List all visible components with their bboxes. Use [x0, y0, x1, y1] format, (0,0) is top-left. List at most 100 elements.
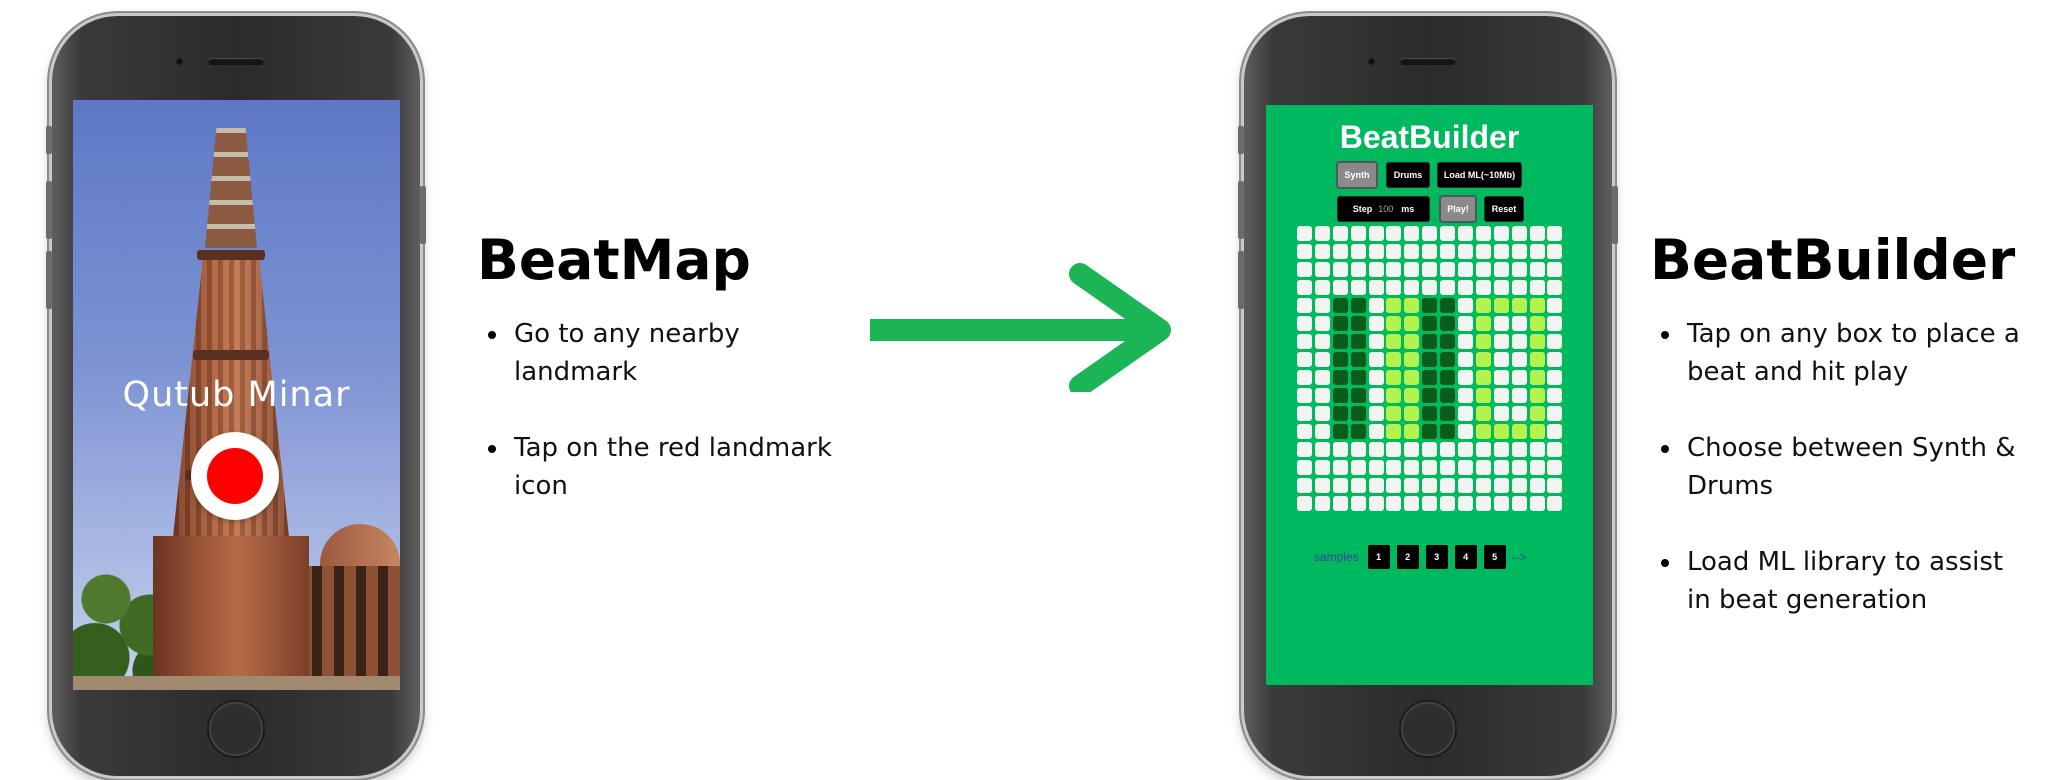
beat-cell[interactable]: [1458, 280, 1474, 295]
beat-cell[interactable]: [1422, 442, 1438, 457]
beat-cell[interactable]: [1529, 406, 1545, 421]
beat-cell[interactable]: [1458, 226, 1474, 241]
beat-cell[interactable]: [1493, 388, 1509, 403]
beat-cell[interactable]: [1493, 460, 1509, 475]
beat-cell[interactable]: [1475, 316, 1491, 331]
beat-cell[interactable]: [1386, 316, 1402, 331]
beat-cell[interactable]: [1458, 298, 1474, 313]
beat-cell[interactable]: [1386, 460, 1402, 475]
beat-cell[interactable]: [1529, 478, 1545, 493]
beat-cell[interactable]: [1493, 442, 1509, 457]
beat-cell[interactable]: [1314, 298, 1330, 313]
beat-cell[interactable]: [1386, 496, 1402, 511]
beat-cell[interactable]: [1332, 226, 1348, 241]
sample-button[interactable]: 2: [1396, 545, 1419, 569]
beat-cell[interactable]: [1404, 406, 1420, 421]
beat-cell[interactable]: [1350, 226, 1366, 241]
beat-cell[interactable]: [1368, 370, 1384, 385]
beat-cell[interactable]: [1332, 406, 1348, 421]
beat-cell[interactable]: [1297, 442, 1312, 457]
beat-cell[interactable]: [1422, 334, 1438, 349]
beat-cell[interactable]: [1493, 226, 1509, 241]
beat-cell[interactable]: [1404, 496, 1420, 511]
beat-cell[interactable]: [1440, 442, 1456, 457]
beat-cell[interactable]: [1458, 388, 1474, 403]
beat-cell[interactable]: [1440, 352, 1456, 367]
beat-cell[interactable]: [1475, 370, 1491, 385]
beat-cell[interactable]: [1422, 244, 1438, 259]
beat-cell[interactable]: [1493, 496, 1509, 511]
beat-cell[interactable]: [1458, 478, 1474, 493]
beat-cell[interactable]: [1493, 406, 1509, 421]
beat-cell[interactable]: [1422, 316, 1438, 331]
beat-cell[interactable]: [1440, 262, 1456, 277]
beat-cell[interactable]: [1386, 352, 1402, 367]
beat-cell[interactable]: [1422, 370, 1438, 385]
beat-cell[interactable]: [1297, 316, 1312, 331]
beat-cell[interactable]: [1350, 244, 1366, 259]
beat-cell[interactable]: [1404, 298, 1420, 313]
beat-cell[interactable]: [1440, 478, 1456, 493]
beat-cell[interactable]: [1314, 226, 1330, 241]
beat-cell[interactable]: [1475, 442, 1491, 457]
beat-cell[interactable]: [1350, 352, 1366, 367]
beat-cell[interactable]: [1511, 244, 1527, 259]
beat-cell[interactable]: [1332, 334, 1348, 349]
beat-cell[interactable]: [1458, 334, 1474, 349]
beat-cell[interactable]: [1493, 298, 1509, 313]
beat-cell[interactable]: [1368, 262, 1384, 277]
beat-cell[interactable]: [1297, 262, 1312, 277]
samples-next-arrow[interactable]: -->: [1512, 550, 1527, 564]
beat-cell[interactable]: [1368, 334, 1384, 349]
beat-cell[interactable]: [1529, 262, 1545, 277]
beat-cell[interactable]: [1440, 496, 1456, 511]
beat-cell[interactable]: [1493, 334, 1509, 349]
load-ml-button[interactable]: Load ML(~10Mb): [1438, 163, 1521, 187]
beat-cell[interactable]: [1422, 352, 1438, 367]
beat-cell[interactable]: [1458, 352, 1474, 367]
beat-cell[interactable]: [1529, 460, 1545, 475]
beat-cell[interactable]: [1404, 244, 1420, 259]
beat-cell[interactable]: [1475, 460, 1491, 475]
beat-cell[interactable]: [1529, 442, 1545, 457]
beat-cell[interactable]: [1547, 406, 1563, 421]
beat-cell[interactable]: [1529, 226, 1545, 241]
beat-cell[interactable]: [1386, 478, 1402, 493]
beat-cell[interactable]: [1404, 334, 1420, 349]
beat-cell[interactable]: [1332, 424, 1348, 439]
beat-cell[interactable]: [1422, 280, 1438, 295]
beat-cell[interactable]: [1422, 478, 1438, 493]
beat-cell[interactable]: [1440, 388, 1456, 403]
beat-cell[interactable]: [1297, 496, 1312, 511]
beat-cell[interactable]: [1350, 334, 1366, 349]
beat-cell[interactable]: [1350, 460, 1366, 475]
beat-cell[interactable]: [1529, 496, 1545, 511]
beat-cell[interactable]: [1297, 388, 1312, 403]
beat-cell[interactable]: [1475, 262, 1491, 277]
beat-cell[interactable]: [1314, 424, 1330, 439]
beat-cell[interactable]: [1350, 442, 1366, 457]
beat-cell[interactable]: [1529, 370, 1545, 385]
beat-cell[interactable]: [1314, 370, 1330, 385]
beat-cell[interactable]: [1440, 298, 1456, 313]
step-control[interactable]: Step 100 ms: [1338, 197, 1429, 221]
beat-cell[interactable]: [1422, 298, 1438, 313]
sample-button[interactable]: 5: [1483, 545, 1506, 569]
beat-cell[interactable]: [1475, 406, 1491, 421]
beat-cell[interactable]: [1332, 352, 1348, 367]
beat-cell[interactable]: [1332, 496, 1348, 511]
beat-cell[interactable]: [1440, 334, 1456, 349]
beat-cell[interactable]: [1440, 244, 1456, 259]
synth-button[interactable]: Synth: [1338, 163, 1376, 187]
beat-cell[interactable]: [1350, 406, 1366, 421]
beat-cell[interactable]: [1386, 298, 1402, 313]
beat-cell[interactable]: [1529, 352, 1545, 367]
beat-cell[interactable]: [1350, 370, 1366, 385]
beat-cell[interactable]: [1350, 280, 1366, 295]
beat-cell[interactable]: [1314, 334, 1330, 349]
beat-cell[interactable]: [1547, 388, 1563, 403]
beat-cell[interactable]: [1386, 370, 1402, 385]
beat-cell[interactable]: [1314, 316, 1330, 331]
beat-cell[interactable]: [1386, 442, 1402, 457]
beat-cell[interactable]: [1547, 244, 1563, 259]
